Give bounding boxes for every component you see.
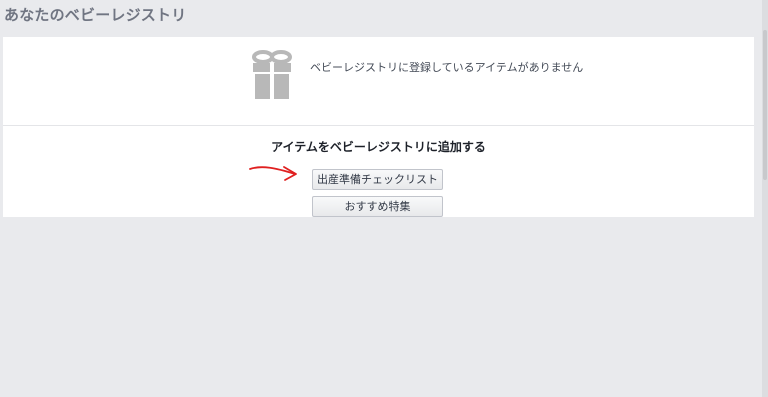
birth-prep-checklist-button[interactable]: 出産準備チェックリスト <box>312 169 443 190</box>
registry-panel: ベビーレジストリに登録しているアイテムがありません アイテムをベビーレジストリに… <box>3 37 754 217</box>
vertical-scrollbar[interactable] <box>762 0 768 397</box>
recommended-features-button[interactable]: おすすめ特集 <box>312 196 443 217</box>
empty-registry-message: ベビーレジストリに登録しているアイテムがありません <box>310 61 584 74</box>
annotation-arrow-icon <box>249 166 297 181</box>
empty-registry-section: ベビーレジストリに登録しているアイテムがありません <box>3 37 754 126</box>
page-title: あなたのベビーレジストリ <box>4 6 187 24</box>
add-items-heading: アイテムをベビーレジストリに追加する <box>271 140 486 154</box>
scrollbar-thumb[interactable] <box>763 30 767 180</box>
gift-icon <box>252 50 292 99</box>
